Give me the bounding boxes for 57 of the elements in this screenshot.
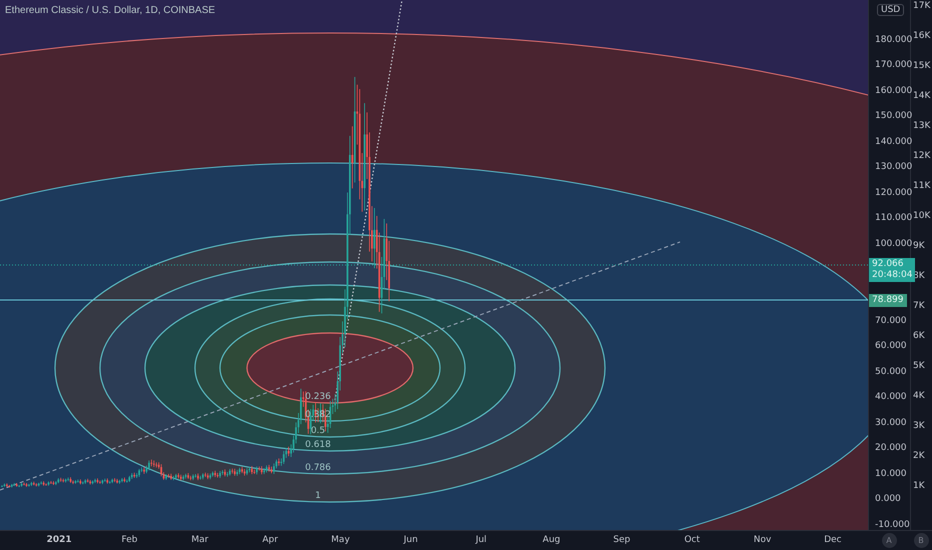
time-axis-label: Feb — [120, 534, 138, 547]
secondary-axis-label: 17K — [913, 0, 932, 13]
scale-button[interactable]: A — [882, 533, 896, 548]
price-axis-label: 130.000 — [875, 161, 912, 174]
time-axis-label: Sep — [612, 534, 632, 547]
fib-level-label: 0.618 — [305, 440, 331, 450]
fib-level-label: 0.786 — [305, 463, 331, 473]
secondary-axis-label: 1K — [913, 480, 926, 493]
secondary-axis-label: 10K — [913, 210, 932, 223]
price-axis-label: 10.000 — [875, 468, 906, 481]
secondary-axis-label: 16K — [913, 30, 932, 43]
price-axis-label: 180.000 — [875, 34, 912, 47]
price-axis-label: 100.000 — [875, 238, 912, 251]
secondary-axis-label: 13K — [913, 120, 932, 133]
price-axis-label: 150.000 — [875, 110, 912, 124]
countdown-timer: 20:48:04 — [872, 270, 912, 281]
fib-level-label: 0.5 — [310, 426, 326, 436]
time-axis-label: Jul — [474, 534, 488, 547]
secondary-axis-label: 11K — [913, 180, 932, 193]
secondary-axis-label: 4K — [913, 390, 926, 403]
price-axis-label: 140.000 — [875, 136, 912, 149]
price-axis-label: 120.000 — [875, 186, 912, 200]
time-axis-label: 2021 — [46, 534, 73, 547]
scale-button[interactable]: B — [914, 533, 928, 548]
time-axis-label: Apr — [261, 534, 279, 547]
last-price: 92.066 — [872, 259, 904, 270]
secondary-axis-label: 12K — [913, 150, 932, 163]
price-axis-label: 50.000 — [875, 366, 906, 379]
price-axis-label: 0.000 — [875, 493, 901, 506]
price-axis-label: 170.000 — [875, 59, 912, 72]
time-axis-label: May — [330, 534, 351, 547]
secondary-axis-label: 9K — [913, 240, 926, 253]
price-axis-label: 70.000 — [875, 314, 906, 328]
currency-label: USD — [877, 4, 904, 16]
price-axis-label: 30.000 — [875, 416, 906, 430]
time-axis-label: Mar — [190, 534, 210, 547]
secondary-axis-label: 6K — [913, 330, 926, 343]
secondary-axis-label: 14K — [913, 90, 932, 103]
price-axis-label: 160.000 — [875, 84, 912, 98]
secondary-axis-label: 5K — [913, 360, 926, 373]
fib-level-label: 1 — [315, 491, 321, 501]
secondary-axis-label: 2K — [913, 450, 926, 463]
time-axis-label: Aug — [542, 534, 562, 547]
secondary-axis-label: 15K — [913, 60, 932, 73]
time-axis-label: Oct — [683, 534, 701, 547]
time-axis-label: Dec — [823, 534, 842, 547]
time-axis-label: Jun — [402, 534, 419, 547]
price-axis-label: 110.000 — [875, 212, 912, 226]
price-axis-label: 40.000 — [875, 391, 906, 404]
price-axis-label: 60.000 — [875, 340, 906, 354]
price-axis-label: -10.000 — [875, 518, 910, 532]
secondary-axis-label: 3K — [913, 420, 926, 433]
price-marker-badge: 78.899 — [869, 294, 906, 307]
secondary-axis-label: 7K — [913, 300, 926, 313]
time-axis-label: Nov — [752, 534, 772, 547]
price-axis-label: 20.000 — [875, 442, 906, 456]
chart-title: Ethereum Classic / U.S. Dollar, 1D, COINBASE — [5, 5, 216, 16]
